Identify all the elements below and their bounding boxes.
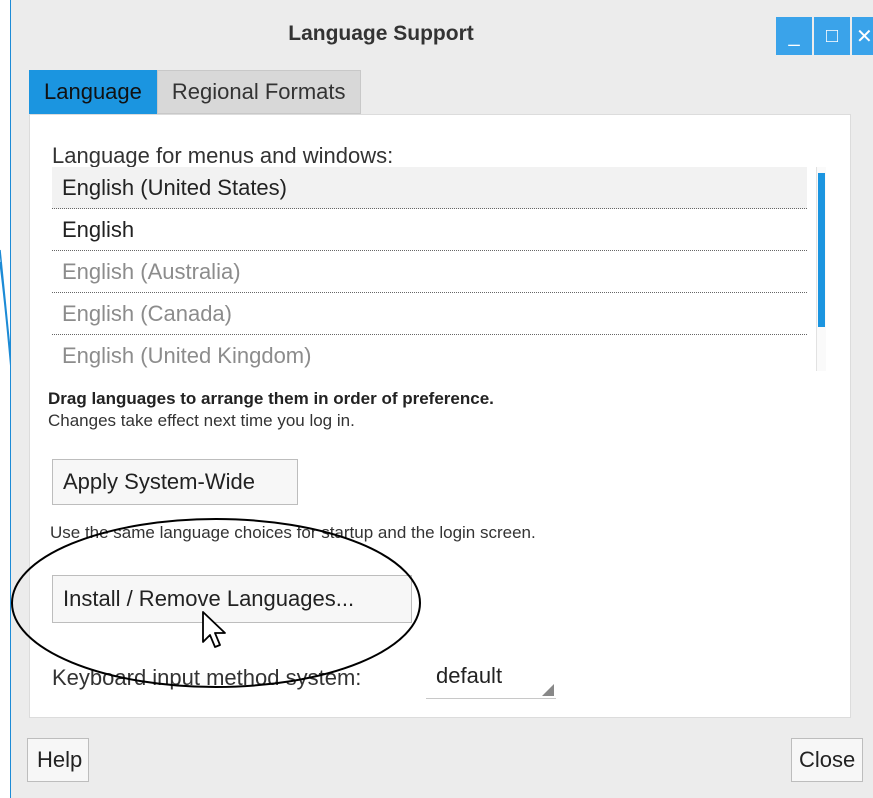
close-icon: ✕ xyxy=(856,25,873,48)
close-window-button[interactable]: ✕ xyxy=(852,17,873,55)
maximize-button[interactable]: □ xyxy=(814,17,850,55)
language-list[interactable]: English (United States) English English … xyxy=(52,167,826,371)
drag-hint: Drag languages to arrange them in order … xyxy=(48,389,494,408)
maximize-icon: □ xyxy=(825,24,839,47)
close-button[interactable]: Close xyxy=(791,738,863,782)
language-list-scrollbar[interactable] xyxy=(816,167,826,371)
apply-note: Use the same language choices for startu… xyxy=(50,523,536,542)
title-bar[interactable]: Language Support _ □ ✕ xyxy=(11,0,873,70)
scrollbar-thumb[interactable] xyxy=(818,173,825,327)
tab-language[interactable]: Language xyxy=(29,70,157,114)
tab-bar: Language Regional Formats xyxy=(29,70,361,114)
language-item[interactable]: English (United Kingdom) xyxy=(52,335,807,371)
window-title: Language Support xyxy=(288,22,474,45)
minimize-icon: _ xyxy=(788,24,800,47)
language-item[interactable]: English (Australia) xyxy=(52,251,807,293)
language-item[interactable]: English xyxy=(52,209,807,251)
keyboard-input-value: default xyxy=(436,663,503,688)
dropdown-corner-icon xyxy=(542,684,554,696)
changes-hint: Changes take effect next time you log in… xyxy=(48,411,355,430)
keyboard-input-label: Keyboard input method system: xyxy=(52,665,362,690)
menus-language-label: Language for menus and windows: xyxy=(52,143,394,168)
window-controls: _ □ ✕ xyxy=(774,17,873,55)
keyboard-input-select[interactable]: default xyxy=(426,655,556,699)
language-panel: Language for menus and windows: English … xyxy=(29,114,851,718)
tab-regional-formats[interactable]: Regional Formats xyxy=(156,70,361,114)
help-button[interactable]: Help xyxy=(27,738,89,782)
language-item[interactable]: English (Canada) xyxy=(52,293,807,335)
minimize-button[interactable]: _ xyxy=(776,17,812,55)
language-item[interactable]: English (United States) xyxy=(52,167,807,209)
apply-system-wide-button[interactable]: Apply System-Wide xyxy=(52,459,298,505)
language-support-window: Language Support _ □ ✕ Language Regional… xyxy=(10,0,873,798)
install-remove-languages-button[interactable]: Install / Remove Languages... xyxy=(52,575,412,623)
